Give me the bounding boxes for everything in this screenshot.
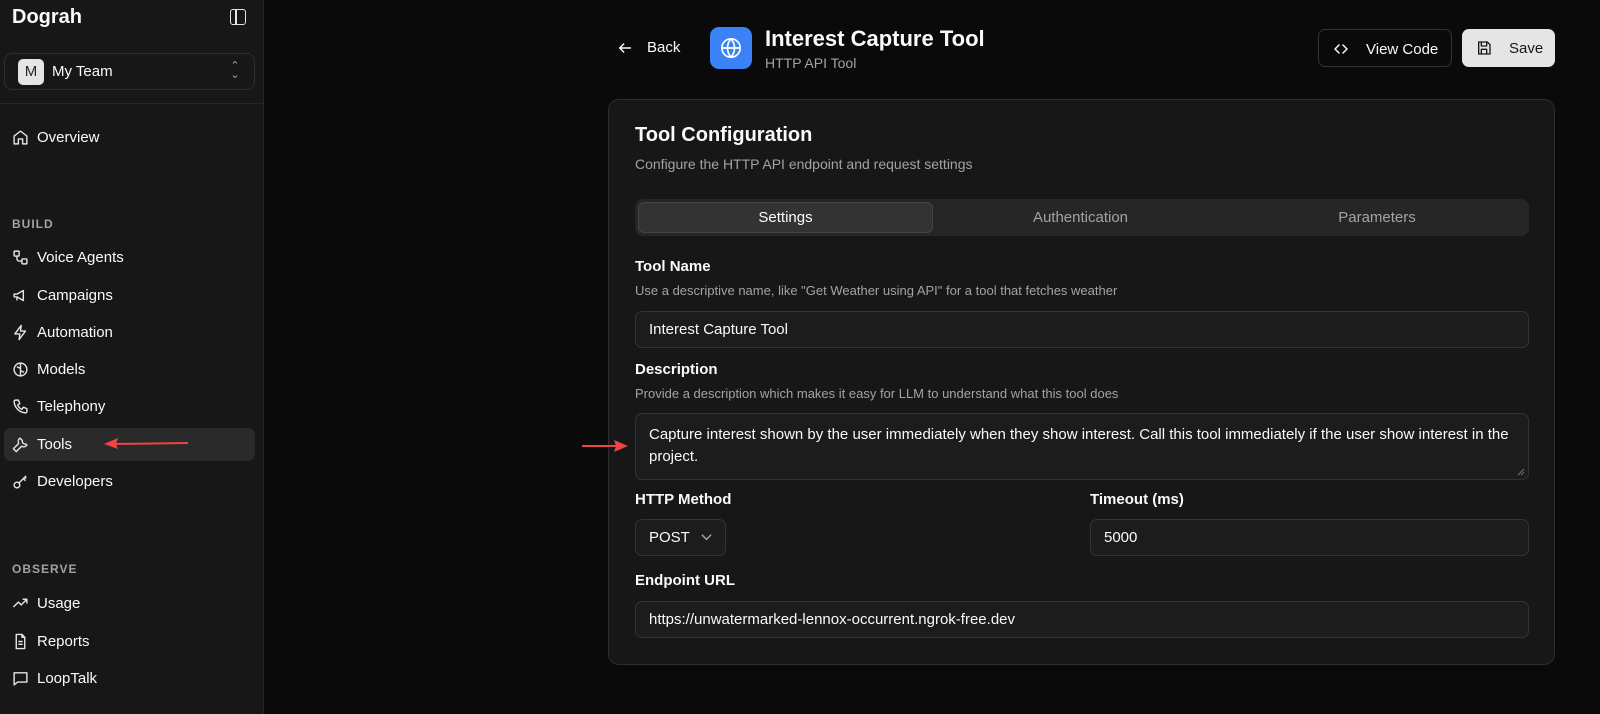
save-button[interactable]: Save bbox=[1462, 29, 1555, 67]
tab-parameters[interactable]: Parameters bbox=[1228, 202, 1526, 233]
http-method-value: POST bbox=[649, 529, 690, 546]
tab-settings[interactable]: Settings bbox=[638, 202, 933, 233]
phone-icon bbox=[12, 398, 29, 415]
description-value: Capture interest shown by the user immed… bbox=[649, 426, 1509, 465]
tab-list: Settings Authentication Parameters bbox=[635, 199, 1529, 236]
section-label-build: BUILD bbox=[12, 217, 54, 231]
team-name: My Team bbox=[52, 63, 113, 80]
tab-authentication[interactable]: Authentication bbox=[933, 202, 1228, 233]
brand-logo: Dograh bbox=[12, 6, 82, 28]
workflow-icon bbox=[12, 249, 29, 266]
arrow-left-icon bbox=[618, 43, 632, 53]
trending-up-icon bbox=[12, 595, 29, 612]
sidebar-item-label: Tools bbox=[37, 436, 73, 453]
megaphone-icon bbox=[12, 287, 29, 304]
sidebar-item-label: Campaigns bbox=[37, 287, 113, 304]
sidebar-item-label: Overview bbox=[37, 129, 100, 146]
sidebar-item-label: Voice Agents bbox=[37, 249, 124, 266]
sidebar-item-label: Models bbox=[37, 361, 86, 378]
card-description: Configure the HTTP API endpoint and requ… bbox=[635, 156, 973, 172]
description-textarea[interactable]: Capture interest shown by the user immed… bbox=[635, 413, 1529, 480]
sidebar-item-campaigns[interactable]: Campaigns bbox=[4, 279, 255, 312]
sidebar-item-developers[interactable]: Developers bbox=[4, 465, 255, 498]
sidebar-item-telephony[interactable]: Telephony bbox=[4, 390, 255, 423]
sidebar-item-automation[interactable]: Automation bbox=[4, 316, 255, 349]
sidebar-item-label: Developers bbox=[37, 473, 113, 490]
home-icon bbox=[12, 129, 29, 146]
tool-name-input[interactable]: Interest Capture Tool bbox=[635, 311, 1529, 348]
wrench-icon bbox=[12, 436, 29, 453]
sidebar-item-label: Telephony bbox=[37, 398, 106, 415]
save-icon bbox=[1478, 41, 1491, 55]
divider bbox=[0, 103, 264, 104]
http-method-label: HTTP Method bbox=[635, 491, 732, 508]
description-label: Description bbox=[635, 361, 718, 378]
sidebar-item-label: Automation bbox=[37, 324, 113, 341]
tool-name-label: Tool Name bbox=[635, 258, 711, 275]
annotation-arrow-description bbox=[582, 440, 628, 452]
team-avatar: M bbox=[18, 59, 44, 85]
sidebar-item-label: LoopTalk bbox=[37, 670, 98, 687]
timeout-input[interactable]: 5000 bbox=[1090, 519, 1529, 556]
chevron-down-icon bbox=[701, 534, 712, 541]
key-icon bbox=[12, 473, 29, 490]
endpoint-url-label: Endpoint URL bbox=[635, 572, 735, 589]
view-code-button[interactable]: View Code bbox=[1318, 29, 1452, 67]
chevron-up-down-icon: ⌃ ⌄ bbox=[230, 60, 240, 81]
annotation-arrow-tools bbox=[104, 438, 189, 449]
description-help: Provide a description which makes it eas… bbox=[635, 386, 1119, 401]
page-title: Interest Capture Tool bbox=[765, 26, 985, 51]
brain-icon bbox=[12, 361, 29, 378]
sidebar-toggle-icon[interactable] bbox=[230, 9, 246, 25]
sidebar-item-label: Reports bbox=[37, 633, 90, 650]
tool-name-help: Use a descriptive name, like "Get Weathe… bbox=[635, 283, 1118, 298]
team-switcher[interactable]: M My Team ⌃ ⌄ bbox=[4, 53, 255, 90]
resize-handle-icon[interactable] bbox=[1517, 468, 1525, 476]
sidebar-item-models[interactable]: Models bbox=[4, 353, 255, 386]
globe-icon bbox=[710, 27, 752, 69]
save-label: Save bbox=[1509, 40, 1544, 57]
tool-configuration-card: Tool Configuration Configure the HTTP AP… bbox=[608, 99, 1555, 665]
sidebar-item-overview[interactable]: Overview bbox=[4, 121, 255, 154]
code-icon bbox=[1334, 44, 1348, 54]
sidebar: Dograh M My Team ⌃ ⌄ Overview BUILD Voice… bbox=[0, 0, 264, 714]
page-subtitle: HTTP API Tool bbox=[765, 55, 857, 71]
endpoint-url-input[interactable]: https://unwatermarked-lennox-occurrent.n… bbox=[635, 601, 1529, 638]
message-square-icon bbox=[12, 670, 29, 687]
sidebar-item-voice-agents[interactable]: Voice Agents bbox=[4, 241, 255, 274]
sidebar-item-usage[interactable]: Usage bbox=[4, 587, 255, 620]
sidebar-item-label: Usage bbox=[37, 595, 81, 612]
card-title: Tool Configuration bbox=[635, 124, 813, 146]
lightning-icon bbox=[12, 324, 29, 341]
http-method-select[interactable]: POST bbox=[635, 519, 726, 556]
sidebar-item-reports[interactable]: Reports bbox=[4, 625, 255, 658]
view-code-label: View Code bbox=[1366, 41, 1439, 58]
back-label: Back bbox=[647, 39, 681, 56]
section-label-observe: OBSERVE bbox=[12, 562, 78, 576]
sidebar-item-looptalk[interactable]: LoopTalk bbox=[4, 662, 255, 695]
file-text-icon bbox=[12, 633, 29, 650]
timeout-label: Timeout (ms) bbox=[1090, 491, 1184, 508]
